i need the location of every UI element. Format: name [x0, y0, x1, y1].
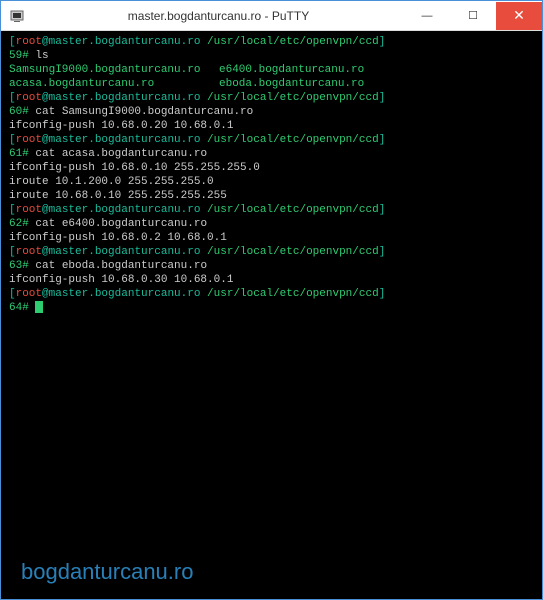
output-line: iroute 10.1.200.0 255.255.255.0: [9, 175, 534, 189]
command-line: 61# cat acasa.bogdanturcanu.ro: [9, 147, 534, 161]
prompt-line: [root@master.bogdanturcanu.ro /usr/local…: [9, 35, 534, 49]
cursor: [35, 301, 43, 313]
prompt-line: [root@master.bogdanturcanu.ro /usr/local…: [9, 133, 534, 147]
prompt-line: [root@master.bogdanturcanu.ro /usr/local…: [9, 287, 534, 301]
titlebar[interactable]: master.bogdanturcanu.ro - PuTTY — ☐ ✕: [1, 1, 542, 31]
output-line: iroute 10.68.0.10 255.255.255.255: [9, 189, 534, 203]
terminal-area[interactable]: [root@master.bogdanturcanu.ro /usr/local…: [1, 31, 542, 599]
output-line: ifconfig-push 10.68.0.20 10.68.0.1: [9, 119, 534, 133]
putty-icon: [9, 8, 25, 24]
ls-output-row: acasa.bogdanturcanu.roeboda.bogdanturcan…: [9, 77, 534, 91]
command-line: 63# cat eboda.bogdanturcanu.ro: [9, 259, 534, 273]
maximize-button[interactable]: ☐: [450, 2, 496, 30]
window-controls: — ☐ ✕: [404, 2, 542, 30]
output-line: ifconfig-push 10.68.0.10 255.255.255.0: [9, 161, 534, 175]
close-button[interactable]: ✕: [496, 2, 542, 30]
prompt-line: [root@master.bogdanturcanu.ro /usr/local…: [9, 91, 534, 105]
command-line: 62# cat e6400.bogdanturcanu.ro: [9, 217, 534, 231]
putty-window: master.bogdanturcanu.ro - PuTTY — ☐ ✕ [r…: [0, 0, 543, 600]
output-line: ifconfig-push 10.68.0.2 10.68.0.1: [9, 231, 534, 245]
command-line: 64#: [9, 301, 534, 315]
prompt-line: [root@master.bogdanturcanu.ro /usr/local…: [9, 203, 534, 217]
ls-output-row: SamsungI9000.bogdanturcanu.roe6400.bogda…: [9, 63, 534, 77]
window-title: master.bogdanturcanu.ro - PuTTY: [33, 9, 404, 23]
command-line: 59# ls: [9, 49, 534, 63]
output-line: ifconfig-push 10.68.0.30 10.68.0.1: [9, 273, 534, 287]
watermark: bogdanturcanu.ro: [21, 565, 193, 579]
minimize-button[interactable]: —: [404, 2, 450, 30]
command-line: 60# cat SamsungI9000.bogdanturcanu.ro: [9, 105, 534, 119]
prompt-line: [root@master.bogdanturcanu.ro /usr/local…: [9, 245, 534, 259]
